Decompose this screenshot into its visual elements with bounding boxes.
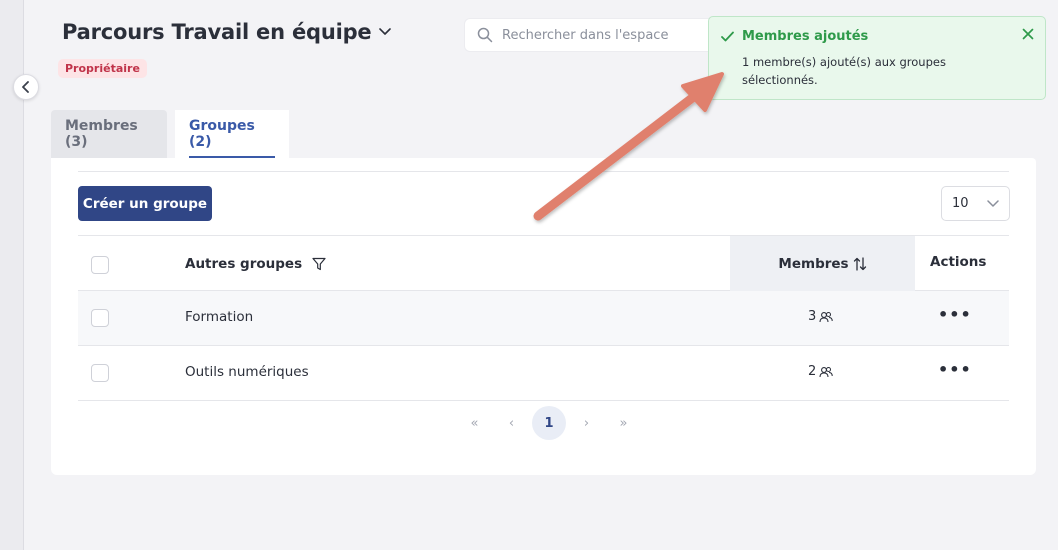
page-number-current[interactable]: 1 — [532, 406, 566, 440]
select-all-checkbox[interactable] — [91, 256, 109, 274]
row-checkbox[interactable] — [91, 364, 109, 382]
tab-groupes[interactable]: Groupes (2) — [175, 110, 289, 158]
table-header: Autres groupes Membres Actions — [78, 235, 1009, 291]
search-box[interactable] — [464, 18, 714, 52]
groups-table: Autres groupes Membres Actions Formation… — [78, 235, 1009, 401]
divider — [78, 171, 1009, 172]
group-name: Formation — [185, 309, 254, 325]
close-icon — [1022, 28, 1034, 40]
row-actions-button[interactable]: ••• — [938, 360, 972, 379]
column-header-name: Autres groupes — [185, 256, 326, 272]
tab-bar: Membres (3) Groupes (2) — [51, 110, 289, 158]
first-page-button[interactable]: « — [456, 406, 493, 440]
members-count: 3 — [808, 309, 833, 324]
groups-panel: Créer un groupe 10 Autres groupes Membre… — [51, 158, 1036, 475]
chevron-down-icon — [987, 199, 999, 207]
page-size-select[interactable]: 10 — [941, 186, 1010, 221]
toast-message: 1 membre(s) ajouté(s) aux groupes sélect… — [742, 55, 946, 87]
collapse-sidebar-button[interactable] — [13, 74, 39, 100]
page-size-value: 10 — [952, 196, 969, 211]
row-checkbox[interactable] — [91, 309, 109, 327]
search-input[interactable] — [502, 27, 702, 43]
members-count-value: 3 — [808, 309, 817, 324]
prev-page-button[interactable]: ‹ — [493, 406, 530, 440]
column-header-name-label: Autres groupes — [185, 256, 303, 272]
search-icon — [477, 27, 493, 43]
last-page-button[interactable]: » — [605, 406, 642, 440]
page-title: Parcours Travail en équipe — [62, 20, 372, 44]
toast-title: Membres ajoutés — [742, 29, 869, 44]
table-row: Outils numériques 2 ••• — [78, 346, 1009, 401]
chevron-down-icon — [379, 28, 392, 35]
members-count: 2 — [808, 364, 833, 379]
filter-icon[interactable] — [312, 257, 326, 271]
toast-close-button[interactable] — [1020, 26, 1036, 42]
chevron-left-icon — [22, 81, 29, 93]
create-group-button[interactable]: Créer un groupe — [78, 186, 212, 221]
pagination: « ‹ 1 › » — [456, 406, 642, 440]
tab-membres[interactable]: Membres (3) — [51, 110, 167, 158]
column-header-members-label: Membres — [778, 255, 849, 272]
space-title-selector[interactable]: Parcours Travail en équipe — [62, 20, 392, 44]
column-header-actions: Actions — [930, 254, 987, 270]
sort-icon — [853, 256, 866, 271]
row-actions-button[interactable]: ••• — [938, 305, 972, 324]
users-icon — [819, 311, 833, 322]
success-toast: Membres ajoutés 1 membre(s) ajouté(s) au… — [708, 16, 1046, 100]
group-name: Outils numériques — [185, 364, 309, 380]
check-icon — [721, 31, 734, 42]
role-badge: Propriétaire — [58, 59, 147, 78]
table-row: Formation 3 ••• — [78, 291, 1009, 346]
members-count-value: 2 — [808, 364, 817, 379]
next-page-button[interactable]: › — [568, 406, 605, 440]
column-header-members[interactable]: Membres — [730, 236, 915, 291]
users-icon — [819, 366, 833, 377]
